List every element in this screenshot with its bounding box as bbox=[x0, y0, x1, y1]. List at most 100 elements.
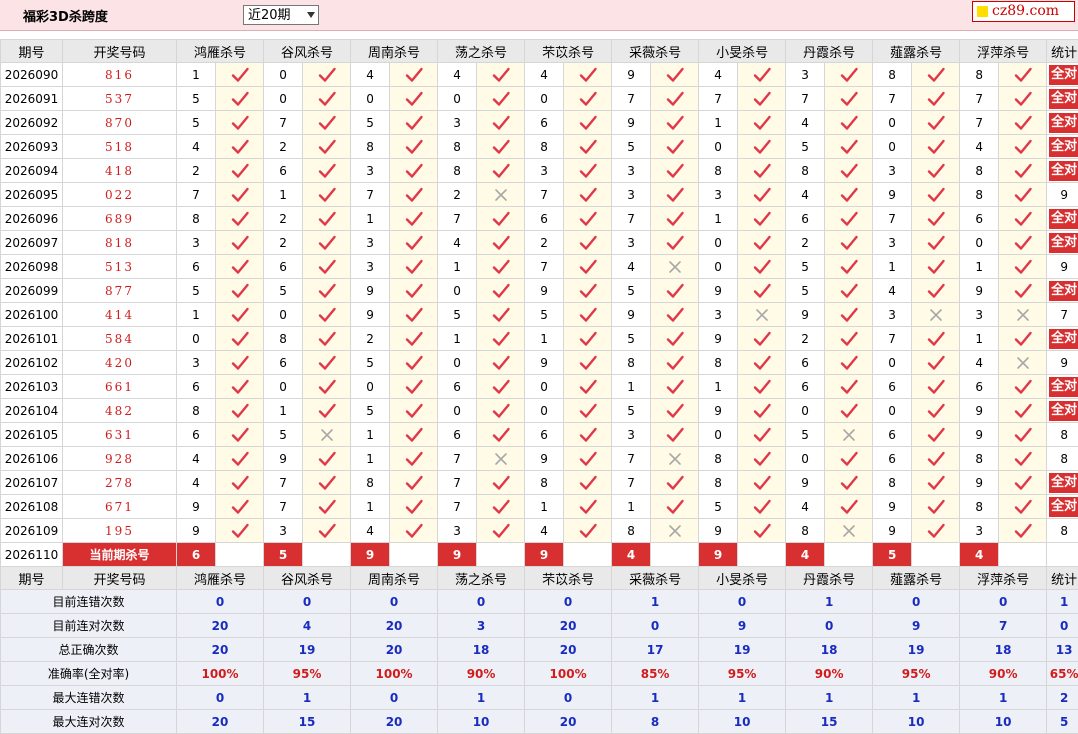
draw-number-cell: 513 bbox=[63, 255, 177, 279]
check-icon bbox=[492, 91, 510, 107]
summary-value: 1 bbox=[873, 686, 960, 710]
result-mark-cell bbox=[216, 447, 264, 471]
summary-stat-value: 1 bbox=[1047, 590, 1078, 614]
period-range-select[interactable]: 近20期 bbox=[243, 5, 319, 25]
check-icon bbox=[666, 115, 684, 131]
check-icon bbox=[666, 475, 684, 491]
result-mark-cell bbox=[477, 519, 525, 543]
table-row: 20260935184288850504全对 bbox=[1, 135, 1078, 159]
result-mark-cell bbox=[564, 87, 612, 111]
summary-value: 10 bbox=[873, 710, 960, 734]
summary-value: 85% bbox=[612, 662, 699, 686]
result-mark-cell bbox=[999, 207, 1047, 231]
kill-number-cell: 8 bbox=[177, 399, 216, 423]
kill-number-cell: 1 bbox=[264, 183, 303, 207]
kill-number-cell: 8 bbox=[960, 63, 999, 87]
result-mark-cell bbox=[303, 471, 351, 495]
table-row: 20260908161044494388全对 bbox=[1, 63, 1078, 87]
check-icon bbox=[840, 499, 858, 515]
kill-number-cell: 4 bbox=[177, 135, 216, 159]
check-icon bbox=[840, 283, 858, 299]
summary-value: 20 bbox=[177, 638, 264, 662]
check-icon bbox=[753, 427, 771, 443]
result-mark-cell bbox=[999, 375, 1047, 399]
result-mark-cell bbox=[390, 87, 438, 111]
period-cell: 2026104 bbox=[1, 399, 63, 423]
check-icon bbox=[492, 235, 510, 251]
kill-number-cell: 4 bbox=[351, 63, 390, 87]
all-correct-badge: 全对 bbox=[1049, 497, 1078, 517]
kill-number-cell: 5 bbox=[351, 111, 390, 135]
kill-number-cell: 1 bbox=[177, 63, 216, 87]
kill-span-table: 期号开奖号码鸿雁杀号谷风杀号周南杀号荡之杀号芣苡杀号采薇杀号小旻杀号丹霞杀号薤露… bbox=[0, 39, 1078, 734]
kill-number-cell: 8 bbox=[351, 471, 390, 495]
check-icon bbox=[492, 307, 510, 323]
check-icon bbox=[753, 115, 771, 131]
summary-value: 19 bbox=[264, 638, 351, 662]
result-mark-cell bbox=[477, 183, 525, 207]
check-icon bbox=[1014, 187, 1032, 203]
check-icon bbox=[231, 379, 249, 395]
kill-number-cell: 5 bbox=[264, 279, 303, 303]
summary-value: 10 bbox=[438, 710, 525, 734]
check-icon bbox=[927, 91, 945, 107]
result-mark-cell bbox=[303, 399, 351, 423]
result-mark-cell bbox=[651, 183, 699, 207]
result-mark-cell bbox=[999, 327, 1047, 351]
cross-icon bbox=[1015, 355, 1031, 371]
check-icon bbox=[579, 379, 597, 395]
result-mark-cell bbox=[738, 423, 786, 447]
kill-number-cell: 6 bbox=[438, 375, 477, 399]
kill-number-cell: 7 bbox=[264, 495, 303, 519]
result-mark-cell bbox=[912, 87, 960, 111]
stat-cell: 8 bbox=[1047, 423, 1078, 447]
period-cell: 2026097 bbox=[1, 231, 63, 255]
result-mark-cell bbox=[477, 63, 525, 87]
result-mark-cell bbox=[303, 519, 351, 543]
result-mark-cell bbox=[912, 447, 960, 471]
check-icon bbox=[405, 451, 423, 467]
kill-number-cell: 8 bbox=[786, 159, 825, 183]
draw-number-cell: 870 bbox=[63, 111, 177, 135]
result-mark-cell bbox=[477, 87, 525, 111]
check-icon bbox=[231, 523, 249, 539]
site-logo[interactable]: cz89.com bbox=[972, 1, 1075, 22]
check-icon bbox=[1014, 331, 1032, 347]
check-icon bbox=[579, 115, 597, 131]
draw-number-cell: 584 bbox=[63, 327, 177, 351]
kill-number-cell: 0 bbox=[177, 327, 216, 351]
kill-number-cell: 9 bbox=[960, 423, 999, 447]
summary-value: 20 bbox=[525, 614, 612, 638]
result-mark-cell bbox=[390, 495, 438, 519]
summary-stat-value: 2 bbox=[1047, 686, 1078, 710]
kill-number-cell: 4 bbox=[699, 63, 738, 87]
check-icon bbox=[1014, 115, 1032, 131]
check-icon bbox=[753, 523, 771, 539]
stat-cell: 全对 bbox=[1047, 399, 1078, 423]
current-kill-number: 9 bbox=[699, 543, 738, 567]
all-correct-badge: 全对 bbox=[1049, 377, 1078, 397]
summary-value: 1 bbox=[612, 590, 699, 614]
table-row: 20261044828150059009全对 bbox=[1, 399, 1078, 423]
result-mark-cell bbox=[825, 399, 873, 423]
check-icon bbox=[231, 331, 249, 347]
kill-number-cell: 7 bbox=[612, 87, 651, 111]
result-mark-cell bbox=[825, 183, 873, 207]
result-mark-cell bbox=[303, 63, 351, 87]
summary-value: 20 bbox=[351, 710, 438, 734]
check-icon bbox=[927, 163, 945, 179]
check-icon bbox=[579, 283, 597, 299]
draw-number-cell: 022 bbox=[63, 183, 177, 207]
result-mark-cell bbox=[216, 231, 264, 255]
kill-number-cell: 1 bbox=[699, 111, 738, 135]
current-kill-number: 4 bbox=[786, 543, 825, 567]
result-mark-cell bbox=[303, 207, 351, 231]
kill-number-cell: 7 bbox=[177, 183, 216, 207]
summary-value: 3 bbox=[438, 614, 525, 638]
all-correct-badge: 全对 bbox=[1049, 233, 1078, 253]
result-mark-cell bbox=[738, 351, 786, 375]
result-mark-cell bbox=[477, 279, 525, 303]
summary-value: 9 bbox=[873, 614, 960, 638]
col-header-expert: 采薇杀号 bbox=[612, 40, 699, 63]
cross-icon bbox=[667, 523, 683, 539]
